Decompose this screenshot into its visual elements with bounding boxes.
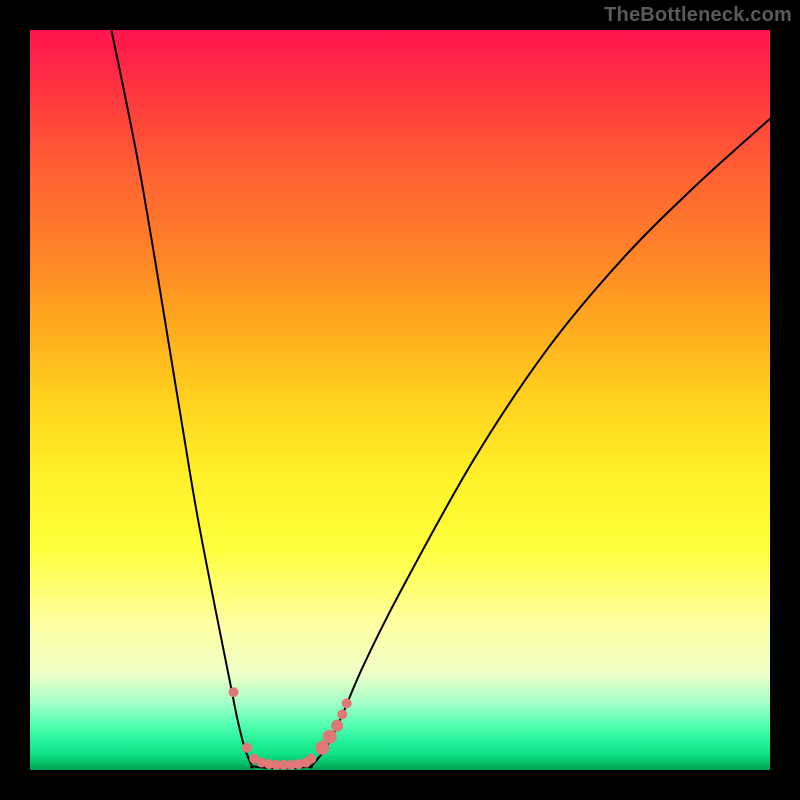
highlight-markers xyxy=(229,687,352,770)
marker-point xyxy=(242,743,252,753)
marker-point xyxy=(331,720,343,732)
watermark-text: TheBottleneck.com xyxy=(604,4,792,27)
marker-point xyxy=(229,687,239,697)
bottleneck-curve xyxy=(111,30,770,768)
marker-point xyxy=(342,698,352,708)
marker-point xyxy=(323,730,337,744)
curve-layer xyxy=(30,30,770,770)
marker-point xyxy=(306,754,316,764)
chart-frame: TheBottleneck.com xyxy=(0,0,800,800)
marker-point xyxy=(337,710,347,720)
plot-area xyxy=(30,30,770,770)
